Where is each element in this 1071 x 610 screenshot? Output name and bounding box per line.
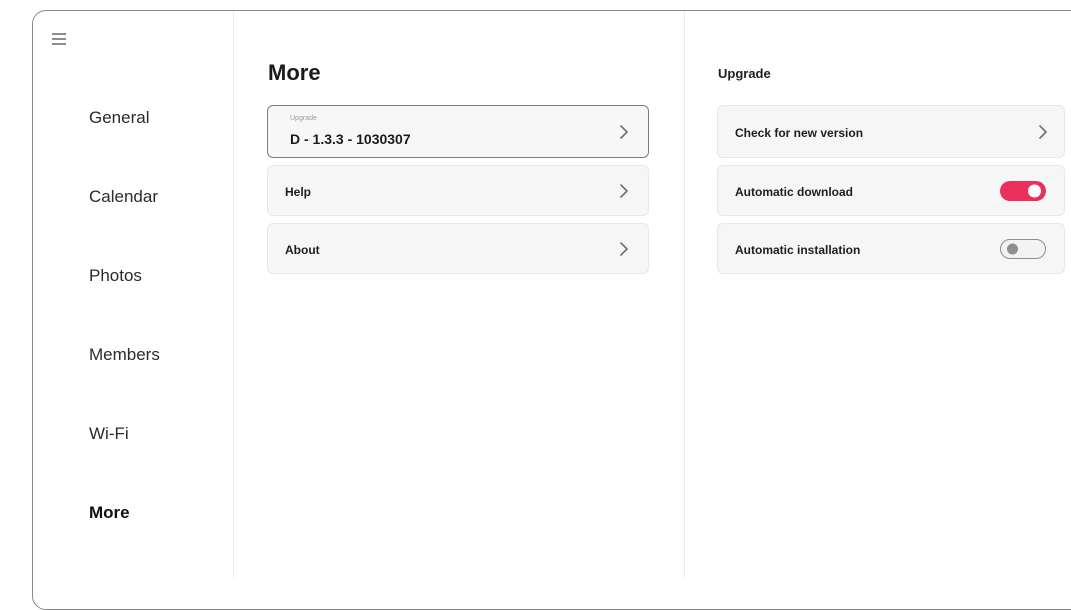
sidebar-item-general[interactable]: General — [89, 108, 149, 128]
chevron-right-icon — [1039, 125, 1047, 139]
help-row[interactable]: Help — [267, 165, 649, 216]
panel-divider — [684, 11, 685, 578]
chevron-right-icon — [620, 242, 628, 256]
check-new-version-row[interactable]: Check for new version — [717, 105, 1065, 158]
toggle-knob — [1028, 184, 1041, 198]
section-title: Upgrade — [718, 66, 771, 81]
sidebar: General Calendar Photos Members Wi-Fi Mo… — [32, 10, 232, 578]
check-new-version-label: Check for new version — [735, 126, 864, 140]
sidebar-divider — [233, 11, 234, 578]
about-row[interactable]: About — [267, 223, 649, 274]
chevron-right-icon — [620, 184, 628, 198]
upgrade-row[interactable]: Upgrade D - 1.3.3 - 1030307 — [267, 105, 649, 158]
automatic-download-row: Automatic download — [717, 165, 1065, 216]
page-title: More — [268, 60, 321, 85]
about-row-label: About — [285, 243, 320, 257]
automatic-installation-label: Automatic installation — [735, 243, 861, 257]
hamburger-menu-icon[interactable] — [52, 32, 66, 46]
help-row-label: Help — [285, 185, 312, 199]
chevron-right-icon — [620, 125, 628, 139]
automatic-download-toggle[interactable] — [1000, 181, 1046, 201]
sidebar-item-members[interactable]: Members — [89, 345, 160, 365]
toggle-knob — [1007, 243, 1018, 255]
sidebar-item-calendar[interactable]: Calendar — [89, 187, 158, 207]
automatic-download-label: Automatic download — [735, 185, 853, 199]
sidebar-item-more[interactable]: More — [89, 503, 130, 523]
version-value: D - 1.3.3 - 1030307 — [290, 131, 411, 147]
upgrade-row-sublabel: Upgrade — [290, 115, 317, 122]
automatic-installation-row: Automatic installation — [717, 223, 1065, 274]
automatic-installation-toggle[interactable] — [1000, 239, 1046, 259]
sidebar-item-wifi[interactable]: Wi-Fi — [89, 424, 129, 444]
sidebar-item-photos[interactable]: Photos — [89, 266, 142, 286]
